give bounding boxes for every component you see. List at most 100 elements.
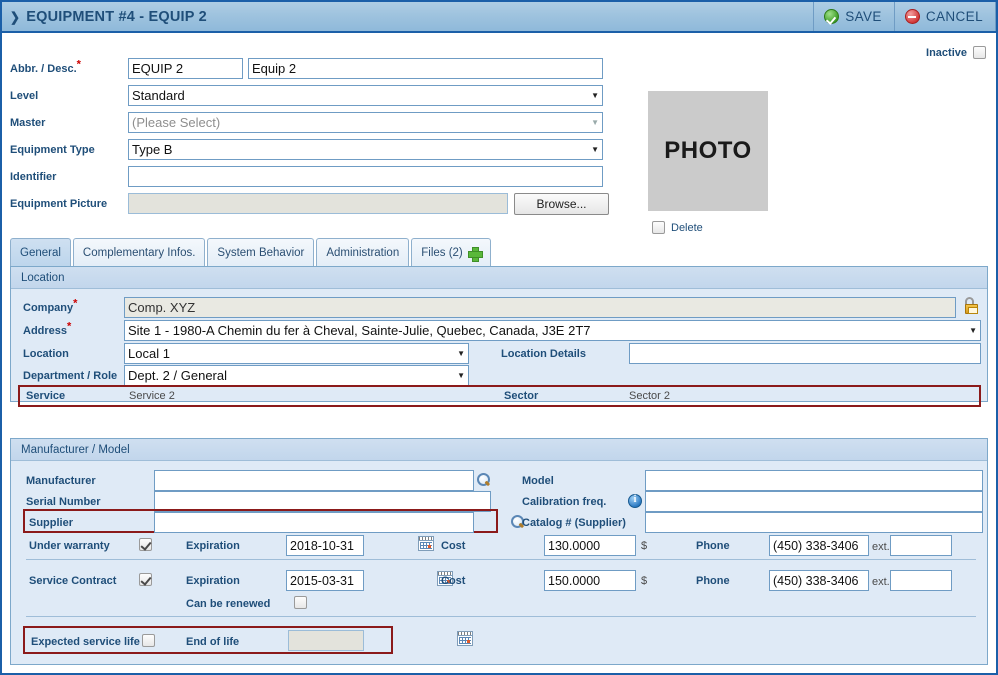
form-body: Inactive Abbr. / Desc.* Level Standard ▼… [2, 33, 996, 673]
equipment-type-select[interactable]: Type B ▼ [128, 139, 603, 160]
end-of-life-input[interactable] [288, 630, 364, 651]
company-label: Company* [23, 302, 77, 314]
expected-service-life-checkbox[interactable] [142, 634, 155, 647]
equipment-picture-label: Equipment Picture [10, 198, 128, 210]
page-title-text: EQUIPMENT #4 - EQUIP 2 [26, 9, 207, 25]
under-warranty-checkbox[interactable] [139, 538, 152, 551]
end-of-life-label: End of life [186, 636, 239, 648]
info-icon[interactable] [628, 494, 642, 508]
location-details-input[interactable] [629, 343, 981, 364]
chevron-down-icon: ▼ [969, 326, 977, 335]
desc-input[interactable] [248, 58, 603, 79]
calibration-freq-input[interactable] [645, 491, 983, 512]
warranty-ext-label: ext. [872, 541, 890, 553]
manufacturer-panel: Manufacturer / Model Manufacturer Model … [10, 438, 988, 665]
serial-number-input[interactable] [154, 491, 491, 512]
photo-delete-checkbox[interactable] [652, 221, 665, 234]
company-input[interactable] [124, 297, 956, 318]
identifier-input[interactable] [128, 166, 603, 187]
equipment-picture-row: Equipment Picture Browse... [10, 190, 610, 217]
master-select[interactable]: (Please Select) ▼ [128, 112, 603, 133]
chevron-right-icon: ❯ [10, 9, 20, 24]
contract-phone-input[interactable] [769, 570, 869, 591]
photo-delete-label: Delete [671, 222, 703, 234]
equipment-picture-input[interactable] [128, 193, 508, 214]
master-label: Master [10, 117, 128, 129]
equipment-type-select-value: Type B [132, 142, 172, 157]
end-of-life-calendar-icon[interactable] [457, 631, 473, 646]
divider [26, 559, 976, 560]
required-star: * [73, 297, 77, 309]
warranty-calendar-icon[interactable] [418, 536, 434, 551]
required-star: * [77, 58, 81, 70]
tab-files[interactable]: Files (2) [411, 238, 491, 267]
can-be-renewed-label: Can be renewed [186, 598, 270, 610]
warranty-cost-input[interactable] [544, 535, 636, 556]
chevron-down-icon: ▼ [591, 145, 599, 154]
warranty-phone-input[interactable] [769, 535, 869, 556]
equipment-type-label: Equipment Type [10, 144, 128, 156]
level-label: Level [10, 90, 128, 102]
serial-number-label: Serial Number [26, 496, 101, 508]
equipment-type-row: Equipment Type Type B ▼ [10, 136, 610, 163]
abbr-input[interactable] [128, 58, 243, 79]
browse-button-label: Browse... [536, 197, 586, 211]
supplier-input[interactable] [154, 512, 474, 533]
location-select[interactable]: Local 1 ▼ [124, 343, 469, 364]
address-select[interactable]: Site 1 - 1980-A Chemin du fer à Cheval, … [124, 320, 981, 341]
window-title-bar: ❯ EQUIPMENT #4 - EQUIP 2 SAVE CANCEL [2, 2, 996, 33]
location-panel: Location Company* Address* Site 1 - 1980… [10, 266, 988, 402]
browse-button[interactable]: Browse... [514, 193, 609, 215]
can-be-renewed-checkbox[interactable] [294, 596, 307, 609]
department-role-select-value: Dept. 2 / General [128, 368, 227, 383]
equipment-form-window: ❯ EQUIPMENT #4 - EQUIP 2 SAVE CANCEL Ina… [0, 0, 998, 675]
warranty-currency-symbol: $ [641, 540, 647, 552]
location-details-label: Location Details [501, 348, 586, 360]
tab-files-label: Files (2) [421, 247, 463, 259]
model-input[interactable] [645, 470, 983, 491]
level-select-value: Standard [132, 88, 185, 103]
tab-complementary-infos[interactable]: Complementary Infos. [73, 238, 206, 267]
add-file-plus-icon[interactable] [468, 247, 481, 260]
photo-placeholder-text: PHOTO [664, 137, 751, 165]
chevron-down-icon: ▼ [591, 118, 599, 127]
identifier-row: Identifier [10, 163, 610, 190]
photo-delete-field[interactable]: Delete [652, 221, 703, 234]
catalog-input[interactable] [645, 512, 983, 533]
cancel-button[interactable]: CANCEL [894, 2, 996, 31]
save-button[interactable]: SAVE [813, 2, 894, 31]
warranty-expiration-input[interactable] [286, 535, 364, 556]
location-select-value: Local 1 [128, 346, 170, 361]
service-label: Service [26, 390, 65, 402]
service-contract-checkbox[interactable] [139, 573, 152, 586]
tab-general[interactable]: General [10, 238, 71, 267]
inactive-checkbox[interactable] [973, 46, 986, 59]
manufacturer-search-icon[interactable] [477, 473, 491, 487]
contract-phone-label: Phone [696, 575, 730, 587]
contract-expiration-input[interactable] [286, 570, 364, 591]
manufacturer-input[interactable] [154, 470, 474, 491]
service-value: Service 2 [129, 390, 175, 402]
address-label: Address* [23, 325, 71, 337]
level-select[interactable]: Standard ▼ [128, 85, 603, 106]
level-row: Level Standard ▼ [10, 82, 610, 109]
contract-ext-input[interactable] [890, 570, 952, 591]
contract-cost-input[interactable] [544, 570, 636, 591]
contract-currency-symbol: $ [641, 575, 647, 587]
save-button-label: SAVE [845, 9, 882, 24]
location-label: Location [23, 348, 69, 360]
warranty-ext-input[interactable] [890, 535, 952, 556]
required-star: * [67, 320, 71, 332]
inactive-field[interactable]: Inactive [926, 46, 986, 59]
tab-system-behavior[interactable]: System Behavior [207, 238, 314, 267]
department-role-select[interactable]: Dept. 2 / General ▼ [124, 365, 469, 386]
tab-administration[interactable]: Administration [316, 238, 409, 267]
contract-expiration-label: Expiration [186, 575, 240, 587]
unlocked-padlock-icon[interactable] [963, 297, 980, 314]
abbr-desc-label: Abbr. / Desc.* [10, 63, 128, 75]
chevron-down-icon: ▼ [591, 91, 599, 100]
contract-ext-label: ext. [872, 576, 890, 588]
warranty-cost-label: Cost [441, 540, 465, 552]
department-role-label: Department / Role [23, 370, 117, 382]
abbr-desc-row: Abbr. / Desc.* [10, 55, 610, 82]
